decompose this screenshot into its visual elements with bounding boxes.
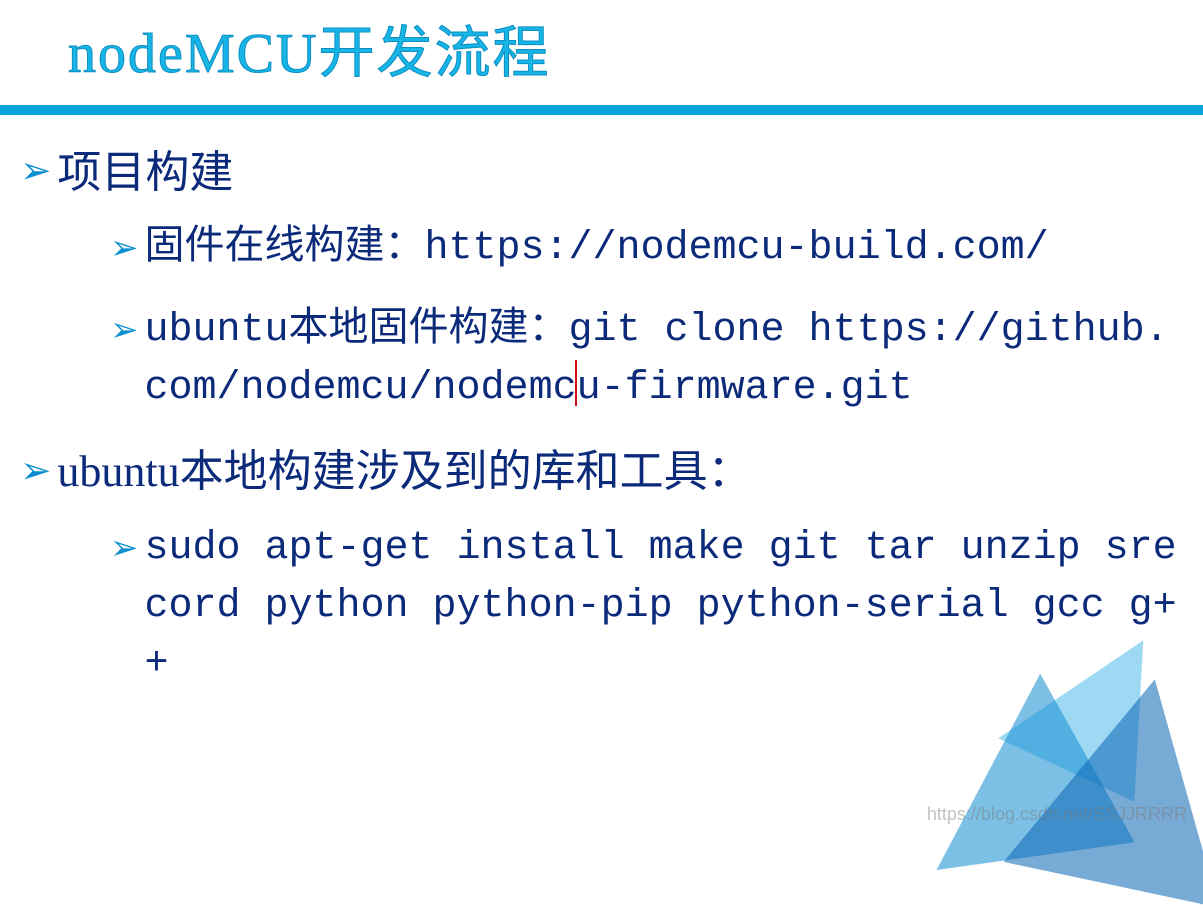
chevron-right-icon: ➢ (110, 224, 139, 273)
bullet-level2: ➢ sudo apt-get install make git tar unzi… (110, 520, 1183, 694)
bullet-text: 固件在线构建：https://nodemcu-build.com/ (145, 220, 1184, 278)
chevron-right-icon: ➢ (110, 306, 139, 355)
bullet-level1: ➢ ubuntu本地构建涉及到的库和工具： (20, 442, 1183, 501)
bullet-text: sudo apt-get install make git tar unzip … (145, 520, 1184, 694)
chevron-right-icon: ➢ (20, 447, 51, 497)
slide-title: nodeMCU开发流程 (0, 0, 1203, 97)
bullet-level1: ➢ 项目构建 (20, 143, 1183, 202)
bullet-text: 项目构建 (57, 143, 1183, 202)
triangle-icon (911, 664, 1134, 870)
bullet-text: ubuntu本地构建涉及到的库和工具： (57, 442, 1183, 501)
slide-content: ➢ 项目构建 ➢ 固件在线构建：https://nodemcu-build.co… (0, 115, 1203, 694)
chevron-right-icon: ➢ (20, 147, 51, 197)
text-after-cursor: u-firmware.git (577, 366, 913, 411)
triangle-icon (1004, 656, 1203, 907)
bullet-level2: ➢ 固件在线构建：https://nodemcu-build.com/ (110, 220, 1183, 278)
title-divider (0, 105, 1203, 115)
bullet-text: ubuntu本地固件构建：git clone https://github.co… (145, 302, 1184, 418)
chevron-right-icon: ➢ (110, 524, 139, 573)
watermark: https://blog.csdn.net/SSJJRRRR (927, 804, 1187, 825)
bullet-level2: ➢ ubuntu本地固件构建：git clone https://github.… (110, 302, 1183, 418)
